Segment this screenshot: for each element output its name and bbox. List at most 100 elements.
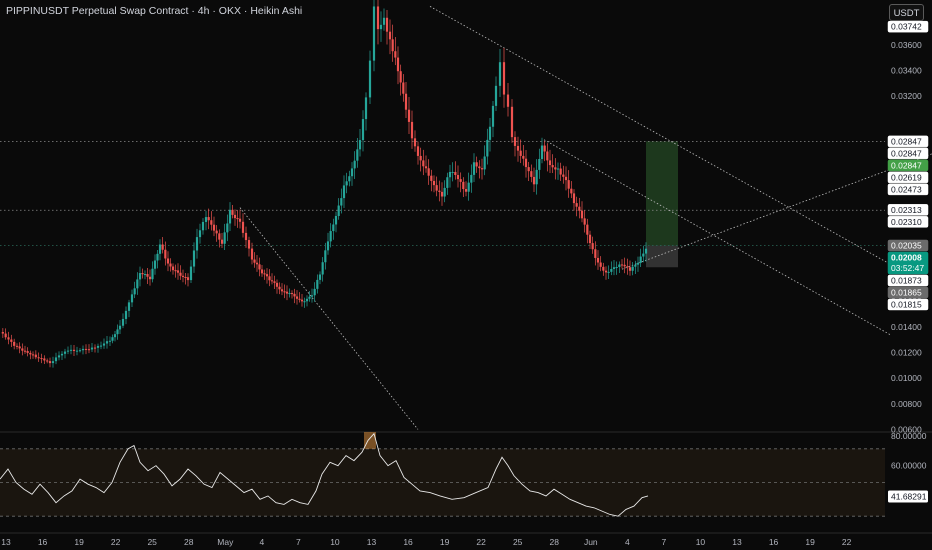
candle-body xyxy=(250,248,254,260)
candle-body xyxy=(472,162,476,175)
candle-body xyxy=(166,258,170,264)
candle-body xyxy=(31,354,35,356)
rsi-tick-label: 80.00000 xyxy=(891,431,927,441)
candle-body xyxy=(303,301,306,303)
candle-body xyxy=(399,71,402,83)
candle-body xyxy=(350,168,354,177)
candle-body xyxy=(293,293,296,297)
candle-body xyxy=(402,82,405,94)
candle-body xyxy=(524,158,528,168)
price-label-text: 0.03742 xyxy=(891,22,922,32)
candle-body xyxy=(108,340,112,342)
candle-body xyxy=(580,210,584,219)
chart-app: 0.006000.008000.010000.012000.014000.016… xyxy=(0,0,932,550)
candle-body xyxy=(263,273,266,275)
candle-body xyxy=(607,271,610,273)
x-tick-label: May xyxy=(217,537,234,547)
candle-body xyxy=(270,280,274,282)
candle-body xyxy=(220,239,224,244)
candle-body xyxy=(602,266,605,271)
candle-body xyxy=(176,270,180,273)
candle-body xyxy=(567,180,570,189)
candle-body xyxy=(181,275,185,277)
price-label-text: 0.02473 xyxy=(891,184,922,194)
price-label: 0.02035 xyxy=(887,239,929,252)
candle-body xyxy=(435,185,438,191)
candle-body xyxy=(201,221,205,231)
candle-body xyxy=(46,360,49,362)
candle-body xyxy=(161,244,164,250)
candle-body xyxy=(87,349,91,351)
y-tick-label: 0.03400 xyxy=(891,66,922,76)
candle-body xyxy=(253,259,256,263)
candle-body xyxy=(15,345,19,347)
price-label-text: 0.02847 xyxy=(891,136,922,146)
candle-body xyxy=(413,138,417,147)
candle-body xyxy=(416,146,420,156)
candle-body xyxy=(578,206,581,211)
x-tick-label: 7 xyxy=(296,537,301,547)
candle-body xyxy=(192,250,196,267)
candle-body xyxy=(570,188,573,194)
candle-body xyxy=(278,286,281,290)
candle-body xyxy=(37,357,40,359)
candle-body xyxy=(404,93,408,110)
candle-body xyxy=(212,224,216,231)
candle-body xyxy=(368,60,372,98)
candles-group xyxy=(1,0,648,368)
candle-body xyxy=(4,333,7,338)
candle-body xyxy=(394,51,397,58)
candle-body xyxy=(156,253,159,261)
candle-body xyxy=(334,215,338,225)
candle-body xyxy=(513,137,517,146)
chart-canvas[interactable]: 0.006000.008000.010000.012000.014000.016… xyxy=(0,0,932,550)
x-tick-label: 25 xyxy=(147,537,157,547)
candle-body xyxy=(179,272,182,276)
x-tick-label: 13 xyxy=(732,537,742,547)
candle-body xyxy=(226,223,229,233)
candle-body xyxy=(498,62,502,86)
candle-body xyxy=(164,249,167,259)
candle-body xyxy=(78,350,82,352)
x-tick-label: 22 xyxy=(111,537,121,547)
candle-body xyxy=(604,270,608,273)
candle-body xyxy=(516,145,520,151)
candle-body xyxy=(548,160,552,166)
candle-body xyxy=(546,151,549,161)
y-tick-label: 0.01400 xyxy=(891,322,922,332)
price-label-text: 0.02035 xyxy=(891,240,922,250)
x-tick-label: 19 xyxy=(74,537,84,547)
candle-body xyxy=(376,6,380,30)
price-label: 0.01815 xyxy=(887,298,929,311)
candle-body xyxy=(26,351,29,353)
candle-body xyxy=(644,248,648,254)
candle-body xyxy=(554,167,557,170)
candle-body xyxy=(318,274,322,280)
candle-body xyxy=(171,266,175,271)
candle-body xyxy=(326,241,330,251)
x-tick-label: 7 xyxy=(662,537,667,547)
candle-body xyxy=(527,167,530,172)
currency-button[interactable]: USDT xyxy=(889,4,924,21)
candle-body xyxy=(337,205,340,216)
candle-body xyxy=(388,31,392,40)
candle-body xyxy=(348,176,351,182)
candle-body xyxy=(556,168,560,170)
candle-body xyxy=(247,240,251,249)
y-tick-label: 0.00800 xyxy=(891,399,922,409)
price-label-text: 0.02847 xyxy=(891,160,922,170)
candle-body xyxy=(356,149,359,161)
y-tick-label: 0.01000 xyxy=(891,373,922,383)
candle-body xyxy=(451,171,454,173)
candle-body xyxy=(18,346,21,349)
candle-body xyxy=(198,230,202,238)
candle-body xyxy=(111,337,114,341)
candle-body xyxy=(332,224,335,232)
price-label: 0.02847 xyxy=(887,135,929,148)
candle-body xyxy=(564,176,568,181)
candle-body xyxy=(470,174,473,183)
candle-body xyxy=(57,355,61,358)
x-tick-label: 16 xyxy=(403,537,413,547)
candle-body xyxy=(218,233,221,240)
candle-body xyxy=(207,217,210,221)
